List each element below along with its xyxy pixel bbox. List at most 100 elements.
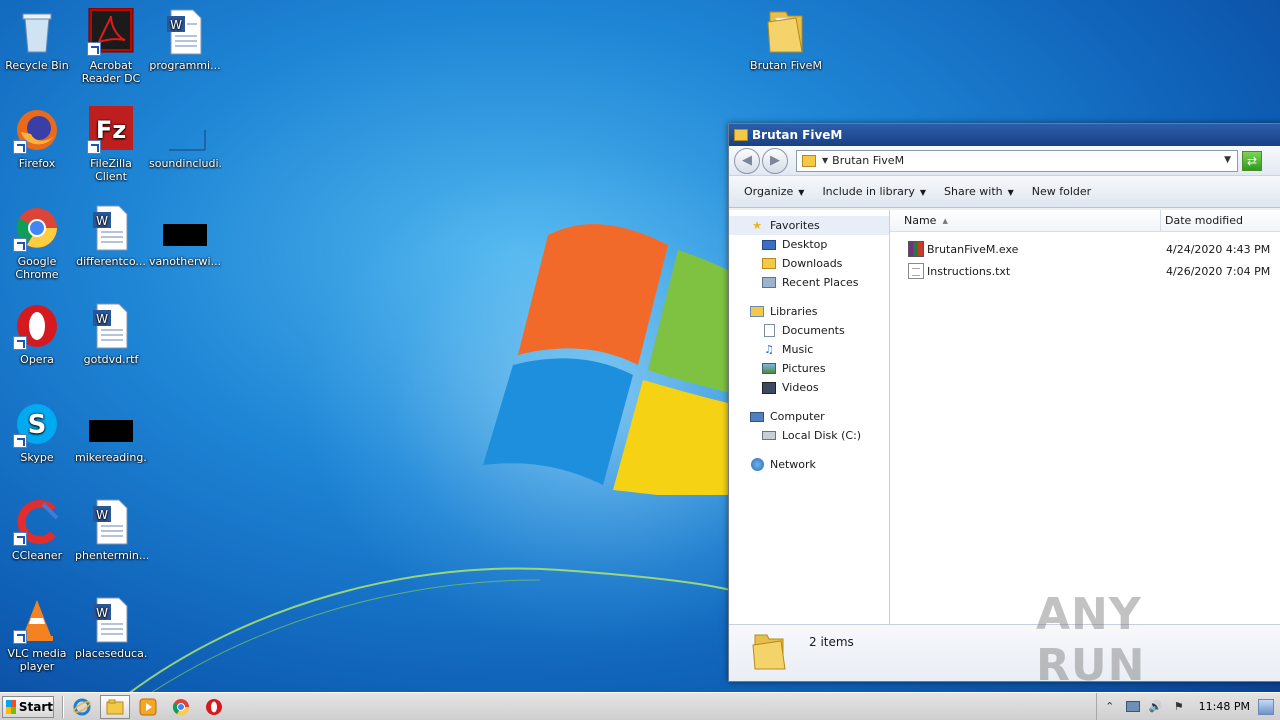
sort-ascending-icon: ▲	[942, 216, 948, 225]
desktop-icon-soundincludi[interactable]: soundincludi...	[148, 106, 222, 170]
nav-item-network[interactable]: Network	[729, 455, 889, 474]
nav-item-desktop[interactable]: Desktop	[729, 235, 889, 254]
desktop-icon-recycle-bin[interactable]: Recycle Bin	[0, 8, 74, 72]
desktop-icon-label: Acrobat Reader DC	[81, 59, 141, 85]
anyrun-watermark: ANY RUN	[1036, 589, 1146, 691]
internet-explorer-icon	[73, 698, 91, 715]
desktop-icon-phentermin[interactable]: W phentermin...	[74, 498, 148, 562]
desktop-icon-ccleaner[interactable]: CCleaner	[0, 498, 74, 562]
action-center-flag-icon[interactable]: ⚑	[1170, 699, 1188, 715]
start-button[interactable]: Start	[2, 695, 54, 718]
address-input[interactable]: ▼ Brutan FiveM ▼	[796, 149, 1238, 172]
column-header-name[interactable]: Name ▲	[890, 210, 1161, 231]
window-title: Brutan FiveM	[752, 128, 843, 142]
network-tray-icon[interactable]	[1124, 699, 1142, 715]
forward-button[interactable]: ▶	[762, 147, 788, 174]
desktop-icon-label: CCleaner	[11, 549, 63, 562]
shortcut-arrow-icon	[87, 140, 101, 154]
svg-text:W: W	[96, 312, 108, 326]
skype-icon: S	[13, 400, 61, 448]
documents-icon	[761, 324, 777, 338]
desktop-icon-firefox[interactable]: Firefox	[0, 106, 74, 170]
desktop-icon-vanotherwi[interactable]: vanotherwi...	[148, 204, 222, 268]
back-button[interactable]: ◀	[734, 147, 760, 174]
desktop-icon-vlc[interactable]: VLC media player	[0, 596, 74, 673]
nav-item-downloads[interactable]: Downloads	[729, 254, 889, 273]
nav-item-recent-places[interactable]: Recent Places	[729, 273, 889, 292]
desktop-icon-differentco[interactable]: W differentco...	[74, 204, 148, 268]
breadcrumb-separator-icon[interactable]: ▼	[822, 156, 828, 165]
desktop-icon-label: VLC media player	[7, 647, 67, 673]
nav-item-libraries[interactable]: Libraries	[729, 302, 889, 321]
desktop-icon-acrobat[interactable]: Acrobat Reader DC	[74, 7, 148, 85]
desktop-icon-label: Google Chrome	[15, 255, 59, 281]
taskbar-internet-explorer[interactable]	[67, 695, 97, 719]
window-titlebar[interactable]: Brutan FiveM	[729, 124, 1280, 146]
desktop-icon-label: Brutan FiveM	[750, 59, 822, 72]
chrome-icon	[172, 698, 190, 715]
network-icon	[749, 458, 765, 472]
organize-menu[interactable]: Organize ▼	[735, 185, 813, 198]
share-with-menu[interactable]: Share with ▼	[935, 185, 1023, 198]
taskbar-chrome[interactable]	[166, 695, 196, 719]
volume-icon[interactable]: 🔊	[1147, 699, 1165, 715]
show-hidden-icons-icon[interactable]: ⌃	[1101, 699, 1119, 715]
word-document-icon: W	[161, 8, 209, 56]
nav-item-pictures[interactable]: Pictures	[729, 359, 889, 378]
file-row[interactable]: Instructions.txt 4/26/2020 7:04 PM	[890, 260, 1280, 282]
desktop-icon-brutan-fivem[interactable]: Brutan FiveM	[749, 8, 823, 72]
taskbar-opera[interactable]	[199, 695, 229, 719]
show-desktop-button[interactable]	[1258, 698, 1274, 715]
nav-item-favorites[interactable]: ★ Favorites	[729, 216, 889, 235]
organize-label: Organize	[744, 185, 794, 198]
refresh-button[interactable]: ⇄	[1242, 150, 1262, 171]
desktop-icon-skype[interactable]: S Skype	[0, 400, 74, 464]
folder-icon	[762, 8, 810, 56]
desktop-icon-placeseduca[interactable]: W placeseduca...	[74, 596, 148, 660]
desktop-icon-mikereading[interactable]: mikereading...	[74, 400, 148, 464]
column-header-date-modified[interactable]: Date modified	[1161, 210, 1280, 231]
desktop-icon-label: gotdvd.rtf	[83, 353, 139, 366]
nav-item-documents[interactable]: Documents	[729, 321, 889, 340]
include-in-library-menu[interactable]: Include in library ▼	[813, 185, 935, 198]
nav-item-computer[interactable]: Computer	[729, 407, 889, 426]
new-folder-button[interactable]: New folder	[1023, 185, 1100, 198]
downloads-folder-icon	[761, 257, 777, 271]
start-label: Start	[18, 699, 53, 714]
desktop-icon-programmi[interactable]: W programmi...	[148, 8, 222, 72]
desktop-icon-gotdvd[interactable]: W gotdvd.rtf	[74, 302, 148, 366]
nav-label: Favorites	[770, 219, 820, 232]
nav-item-local-disk[interactable]: Local Disk (C:)	[729, 426, 889, 445]
file-list: Name ▲ Date modified BrutanFiveM.exe 4/2…	[890, 210, 1280, 626]
chevron-down-icon: ▼	[798, 188, 805, 197]
file-row[interactable]: BrutanFiveM.exe 4/24/2020 4:43 PM	[890, 238, 1280, 260]
desktop-icon-opera[interactable]: Opera	[0, 302, 74, 366]
address-bar: ◀ ▶ ▼ Brutan FiveM ▼ ⇄	[729, 146, 1280, 176]
column-date-label: Date modified	[1165, 214, 1243, 227]
explorer-body: ★ Favorites Desktop Downloads Recent Pla…	[729, 210, 1280, 626]
shortcut-arrow-icon	[13, 336, 27, 350]
nav-item-videos[interactable]: Videos	[729, 378, 889, 397]
desktop-icon-chrome[interactable]: Google Chrome	[0, 204, 74, 281]
blank-file-icon	[161, 106, 209, 154]
desktop-icon-filezilla[interactable]: Fz FileZilla Client	[74, 106, 148, 183]
desktop-icon-label: Firefox	[18, 157, 56, 170]
breadcrumb-current[interactable]: Brutan FiveM	[832, 154, 904, 167]
media-player-icon	[139, 698, 157, 715]
hard-drive-icon	[761, 429, 777, 443]
recycle-bin-icon	[13, 8, 61, 56]
nav-label: Downloads	[782, 257, 843, 270]
taskbar-explorer[interactable]	[100, 694, 130, 719]
svg-text:W: W	[170, 18, 182, 32]
word-document-icon: W	[87, 204, 135, 252]
taskbar-media-player[interactable]	[133, 695, 163, 719]
desktop-icon-label: placeseduca...	[75, 647, 148, 660]
clock[interactable]: 11:48 PM	[1199, 700, 1250, 713]
address-dropdown-icon[interactable]: ▼	[1224, 155, 1231, 165]
nav-item-music[interactable]: ♫ Music	[729, 340, 889, 359]
word-document-icon: W	[87, 596, 135, 644]
nav-label: Computer	[770, 410, 825, 423]
winrar-archive-icon	[908, 241, 924, 257]
system-tray: ⌃ 🔊 ⚑ 11:48 PM	[1095, 693, 1280, 720]
desktop-icon-label: programmi...	[149, 59, 221, 72]
